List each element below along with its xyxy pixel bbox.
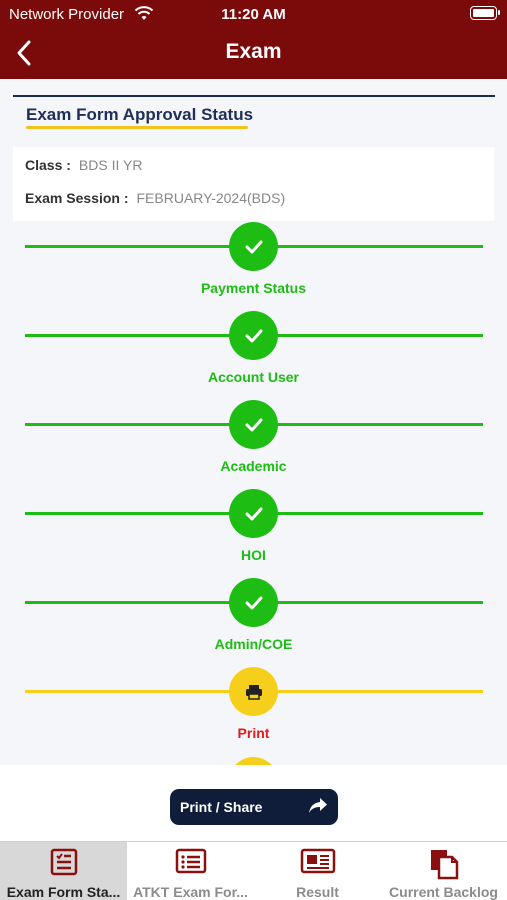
check-icon xyxy=(245,596,262,609)
step-label: Print xyxy=(237,725,270,741)
step-label: Admin/COE xyxy=(214,636,293,652)
check-icon xyxy=(245,240,262,253)
step-label: Account User xyxy=(207,369,300,385)
step-circle xyxy=(229,578,278,627)
list-icon xyxy=(175,848,207,879)
check-icon xyxy=(245,507,262,520)
step-label: HOI xyxy=(241,547,266,563)
status-time: 11:20 AM xyxy=(221,6,286,23)
divider xyxy=(13,95,495,97)
step-circle xyxy=(229,489,278,538)
form-list-icon xyxy=(50,848,78,881)
step-account-user: Account User xyxy=(0,310,507,399)
step-print: Print xyxy=(0,666,507,755)
check-icon xyxy=(245,329,262,342)
newspaper-icon xyxy=(300,848,336,879)
class-row: Class : BDS II YR xyxy=(25,157,142,173)
tab-label: Current Backlog xyxy=(389,884,498,900)
approval-status-content[interactable]: Exam Form Approval Status Class : BDS II … xyxy=(0,79,507,765)
next-step-circle xyxy=(229,757,278,765)
tab-atkt-exam-form[interactable]: ATKT Exam For... xyxy=(127,842,254,900)
print-share-button[interactable]: Print / Share xyxy=(170,789,338,825)
share-arrow-icon xyxy=(308,797,328,820)
tab-result[interactable]: Result xyxy=(254,842,381,900)
section-title-underline xyxy=(26,126,248,129)
step-admin-coe: Admin/COE xyxy=(0,577,507,666)
action-area: Print / Share xyxy=(0,765,507,841)
tab-label: ATKT Exam For... xyxy=(133,884,248,900)
step-circle xyxy=(229,667,278,716)
step-label: Payment Status xyxy=(200,280,307,296)
step-payment-status: Payment Status xyxy=(0,221,507,310)
printer-icon xyxy=(245,684,262,700)
step-circle xyxy=(229,400,278,449)
exam-info-card: Class : BDS II YR Exam Session : FEBRUARY-… xyxy=(13,147,494,221)
class-value: BDS II YR xyxy=(78,157,143,173)
class-label: Class : xyxy=(25,157,71,173)
step-circle xyxy=(229,311,278,360)
section-title: Exam Form Approval Status xyxy=(26,105,254,124)
battery-icon xyxy=(470,6,500,20)
app-header: Network Provider 11:20 AM Exam xyxy=(0,0,507,79)
step-circle xyxy=(229,222,278,271)
tab-label: Exam Form Sta... xyxy=(6,884,121,900)
page-title: Exam xyxy=(225,40,282,63)
session-row: Exam Session : FEBRUARY-2024(BDS) xyxy=(25,190,285,206)
nav-bar: Exam xyxy=(0,28,507,79)
tab-exam-form-status[interactable]: Exam Form Sta... xyxy=(0,842,127,900)
step-hoi: HOI xyxy=(0,488,507,577)
print-share-label: Print / Share xyxy=(180,799,263,815)
session-value: FEBRUARY-2024(BDS) xyxy=(136,190,286,206)
tab-current-backlog[interactable]: Current Backlog xyxy=(380,842,507,900)
check-icon xyxy=(245,418,262,431)
session-label: Exam Session : xyxy=(25,190,129,206)
step-academic: Academic xyxy=(0,399,507,488)
tab-label: Result xyxy=(296,884,339,900)
status-bar: Network Provider 11:20 AM xyxy=(0,0,507,28)
document-copy-icon xyxy=(428,848,460,885)
bottom-tab-bar: Exam Form Sta... ATKT Exam For... Result… xyxy=(0,841,507,900)
step-label: Academic xyxy=(220,458,287,474)
